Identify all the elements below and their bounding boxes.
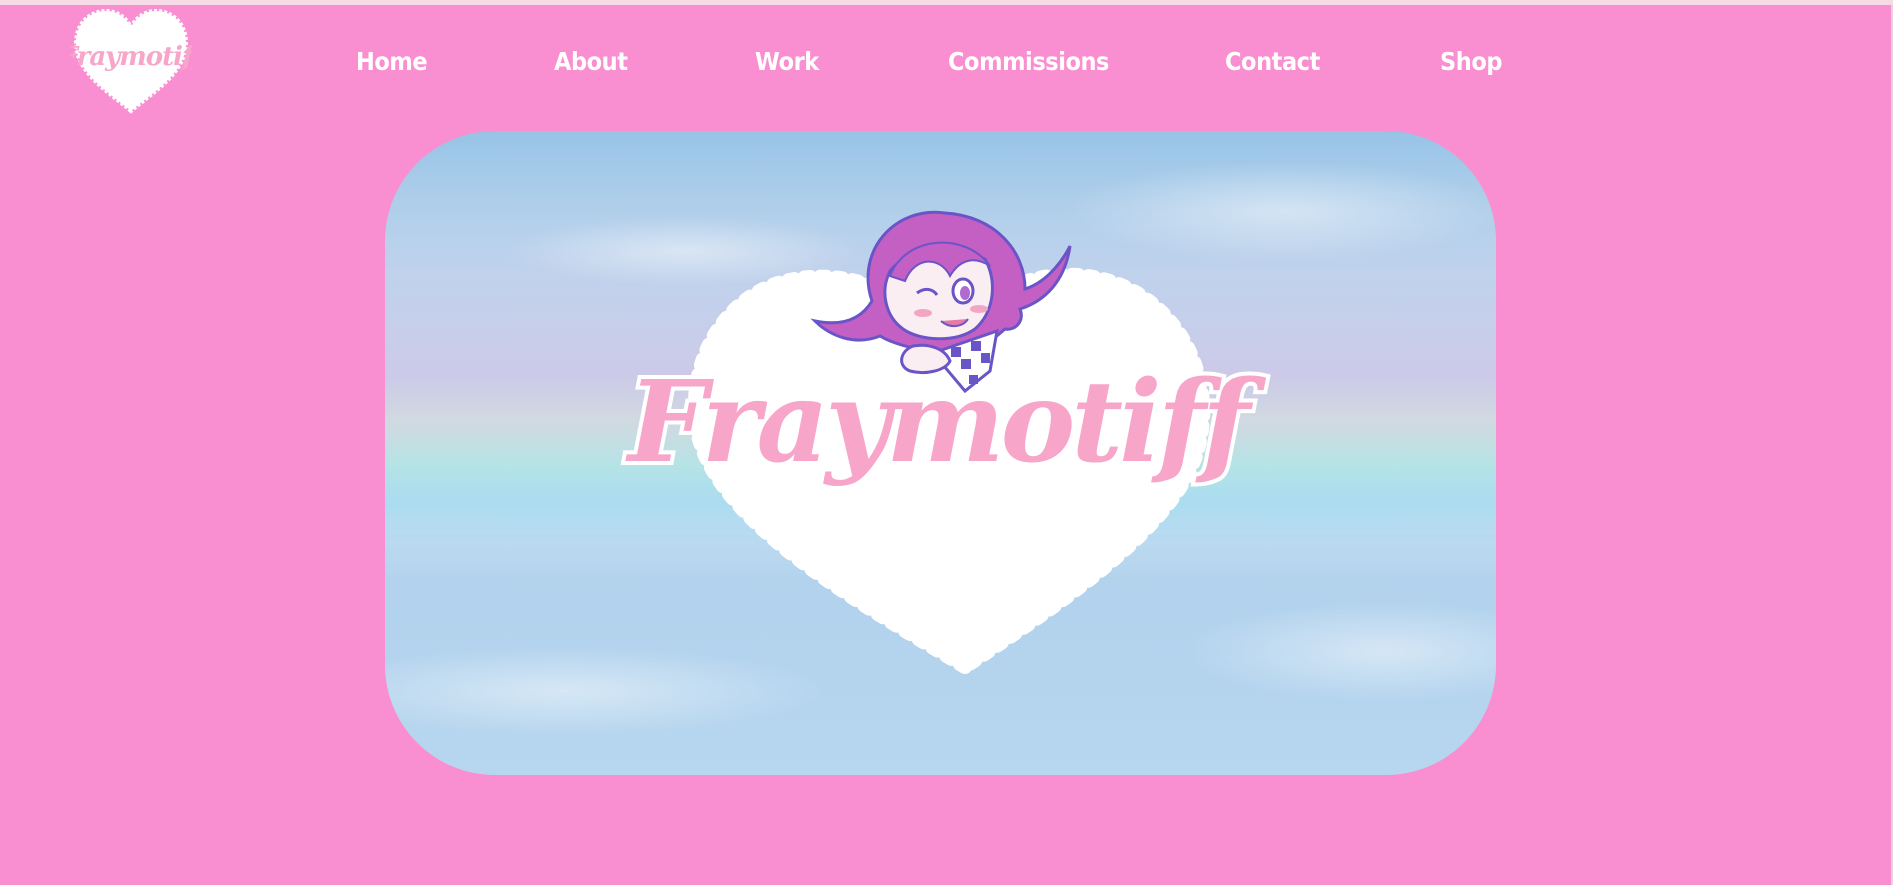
nav-home[interactable]: Home: [356, 40, 428, 84]
nav-commissions[interactable]: Commissions: [948, 40, 1109, 84]
hero-banner: Fraymotiff: [385, 131, 1496, 775]
nav-shop[interactable]: Shop: [1440, 40, 1502, 84]
nav-about[interactable]: About: [554, 40, 628, 84]
nav-contact[interactable]: Contact: [1225, 40, 1320, 84]
nav-work[interactable]: Work: [755, 40, 819, 84]
main-nav: Home About Work Commissions Contact Shop: [0, 40, 1600, 84]
fraymotiff-heart-logo: Fraymotiff: [621, 210, 1275, 676]
hero-logo-text: Fraymotiff: [625, 357, 1267, 488]
top-strip: [0, 0, 1893, 5]
